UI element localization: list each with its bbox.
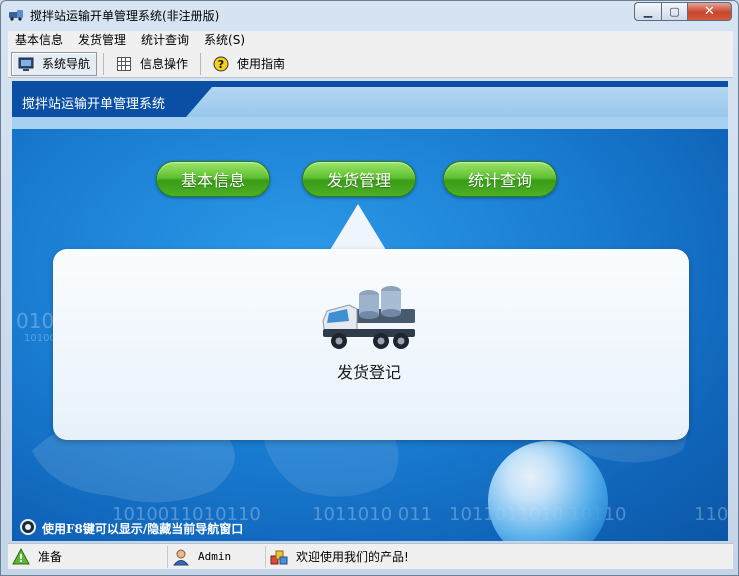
toggle-icon[interactable] [20,519,36,535]
menu-delivery-management[interactable]: 发货管理 [71,31,134,50]
tool-info-operations[interactable]: 信息操作 [110,52,194,76]
status-user: Admin [168,545,266,568]
tool-user-guide[interactable]: ? 使用指南 [207,52,291,76]
products-icon [270,548,288,566]
menu-system[interactable]: 系统(S) [197,31,253,50]
tool-label: 系统导航 [42,57,91,71]
svg-text:?: ? [218,58,224,71]
toolbar-separator [200,52,202,75]
nav-content-box: 发货登记 [53,249,689,440]
window-title: 搅拌站运输开单管理系统(非注册版) [30,9,220,23]
grid-icon [116,56,132,72]
menu-statistics-query[interactable]: 统计查询 [134,31,197,50]
app-logo-icon [8,7,24,21]
status-user-text: Admin [198,550,232,563]
help-icon: ? [213,56,229,72]
tool-label: 信息操作 [140,57,189,71]
monitor-icon [18,56,34,72]
toolbar-separator [103,52,105,75]
shortcut-delivery-registration[interactable]: 发货登记 [309,279,429,389]
nav-button-delivery-management[interactable]: 发货管理 [302,161,416,197]
status-message: 欢迎使用我们的产品! [266,546,733,568]
app-window: 搅拌站运输开单管理系统(非注册版) ▁ ▢ ✕ 基本信息 发货管理 统计查询 系… [0,0,739,576]
menu-basic-info[interactable]: 基本信息 [8,31,71,50]
shortcut-label: 发货登记 [336,363,401,382]
minimize-icon: ▁ [643,5,653,18]
ready-icon [12,547,30,566]
window-controls: ▁ ▢ ✕ [634,2,732,21]
nav-button-statistics-query[interactable]: 统计查询 [443,161,557,197]
header-topline [12,81,728,87]
close-icon: ✕ [704,4,715,19]
header-stripe [12,117,728,129]
status-bar: 准备 Admin 欢迎使用我们的产品! [8,543,733,569]
status-ready-text: 准备 [38,550,63,564]
title-bar[interactable]: 搅拌站运输开单管理系统(非注册版) ▁ ▢ ✕ [1,1,738,29]
status-message-text: 欢迎使用我们的产品! [296,550,409,564]
close-button[interactable]: ✕ [687,2,732,21]
user-icon [172,548,190,566]
maximize-icon: ▢ [669,5,680,18]
hint-text: 使用F8键可以显示/隐藏当前导航窗口 [42,522,244,536]
status-ready: 准备 [8,545,168,568]
maximize-button[interactable]: ▢ [661,2,687,21]
panel-header: 搅拌站运输开单管理系统 [12,81,728,129]
toolbar: 系统导航 信息操作 ? 使用指南 [8,50,733,78]
selected-nav-pointer [330,204,386,250]
menu-bar: 基本信息 发货管理 统计查询 系统(S) [8,31,733,50]
nav-button-basic-info[interactable]: 基本信息 [156,161,270,197]
minimize-button[interactable]: ▁ [634,2,661,21]
tool-system-navigation[interactable]: 系统导航 [11,51,98,76]
tool-label: 使用指南 [237,57,286,71]
navigation-panel: 搅拌站运输开单管理系统 0101 10100 1010011010110 101… [12,81,728,541]
hint-bar: 使用F8键可以显示/隐藏当前导航窗口 [12,514,728,541]
panel-title: 搅拌站运输开单管理系统 [22,97,166,112]
